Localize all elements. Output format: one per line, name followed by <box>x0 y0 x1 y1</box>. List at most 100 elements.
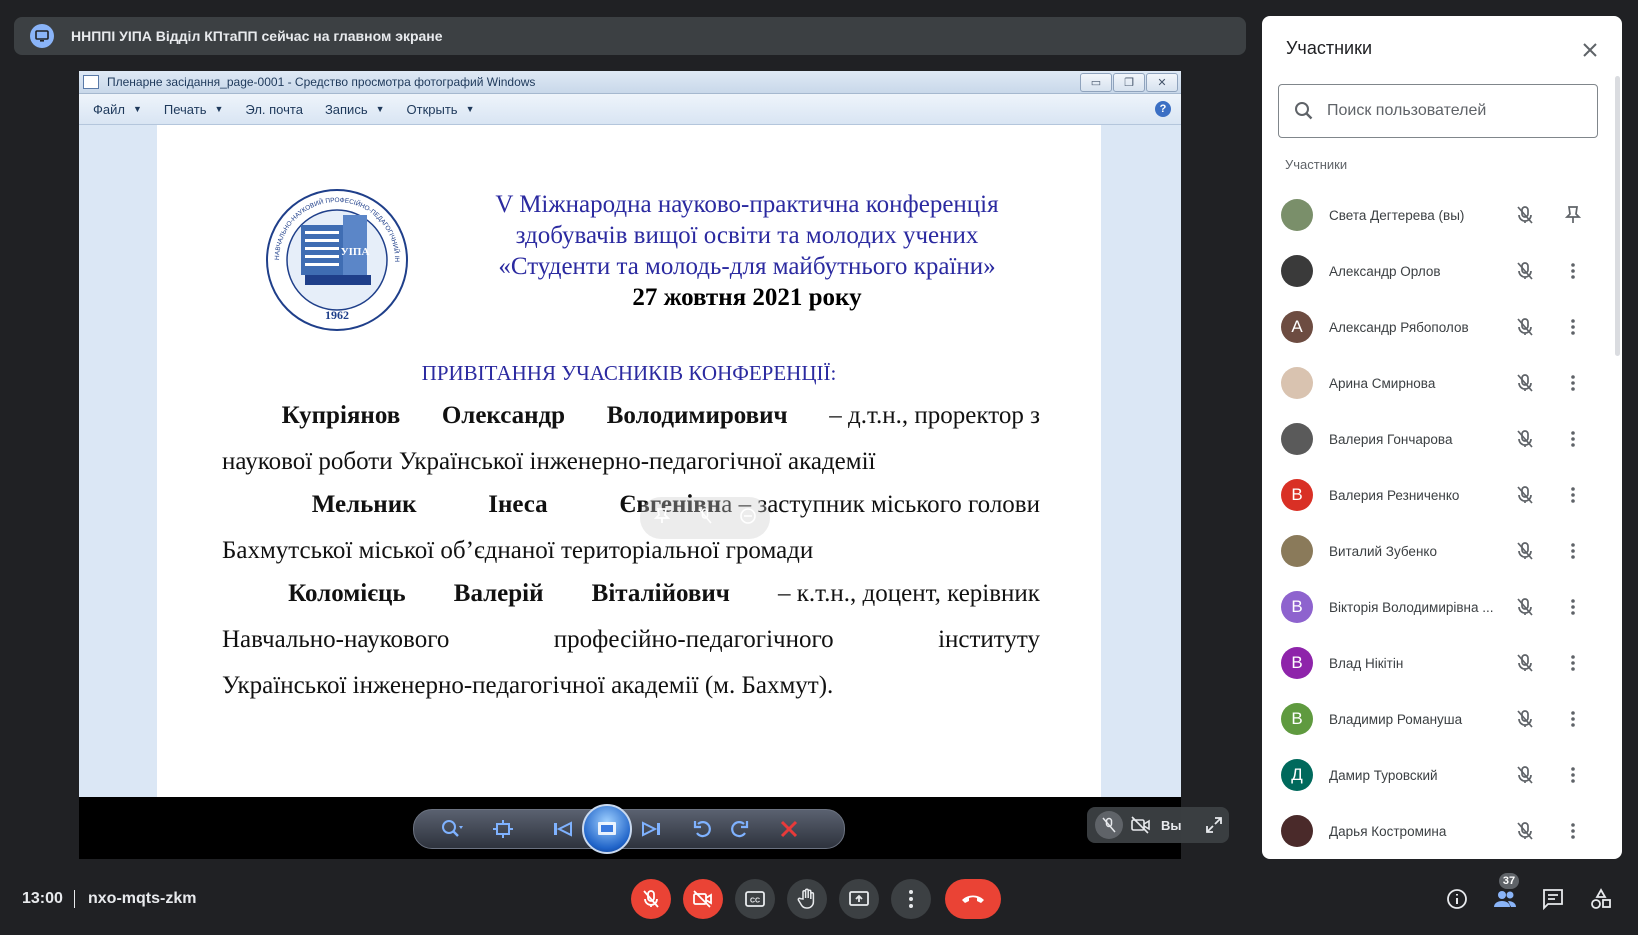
more-options-button[interactable] <box>891 879 931 919</box>
avatar: В <box>1281 703 1313 735</box>
avatar: А <box>1281 311 1313 343</box>
slideshow-button[interactable] <box>582 804 632 854</box>
viewer-canvas: УІПА 1962 НАВЧАЛЬНО-НАУКОВИЙ ПРОФЕСІЙНО-… <box>79 125 1181 797</box>
section-label: Участники <box>1285 157 1348 172</box>
more-vert-icon[interactable] <box>1561 427 1585 451</box>
avatar <box>1281 367 1313 399</box>
raise-hand-button[interactable] <box>787 879 827 919</box>
viewer-bottom-bar <box>79 797 1181 859</box>
menu-open[interactable]: Открыть ▼ <box>407 102 475 117</box>
participant-row[interactable]: Д Дамир Туровский <box>1262 747 1612 803</box>
divider <box>74 890 75 908</box>
activities-icon[interactable] <box>1581 879 1621 919</box>
expand-icon[interactable] <box>1200 811 1228 839</box>
avatar <box>1281 255 1313 287</box>
mic-toggle-button[interactable] <box>631 879 671 919</box>
pin-icon[interactable] <box>653 507 671 530</box>
captions-button[interactable]: CC <box>735 879 775 919</box>
minimize-icon[interactable]: ▭ <box>1080 73 1112 92</box>
menu-file[interactable]: Файл ▼ <box>93 102 142 117</box>
tile-hover-controls <box>640 497 770 539</box>
participant-row[interactable]: Виталий Зубенко <box>1262 523 1612 579</box>
maximize-icon[interactable]: ❐ <box>1113 73 1145 92</box>
more-vert-icon[interactable] <box>1561 595 1585 619</box>
more-vert-icon[interactable] <box>1561 259 1585 283</box>
rotate-right-icon[interactable] <box>724 814 754 844</box>
participant-row[interactable]: В Влад Нікітін <box>1262 635 1612 691</box>
viewer-app-icon <box>83 75 99 89</box>
mic-off-icon <box>1513 707 1537 731</box>
participant-row[interactable]: В Вікторія Володимирівна ... <box>1262 579 1612 635</box>
institute-logo: УІПА 1962 НАВЧАЛЬНО-НАУКОВИЙ ПРОФЕСІЙНО-… <box>265 185 408 331</box>
next-icon[interactable] <box>636 814 666 844</box>
avatar: В <box>1281 591 1313 623</box>
present-button[interactable] <box>839 879 879 919</box>
menu-print[interactable]: Печать ▼ <box>164 102 224 117</box>
participant-row[interactable]: Александр Орлов <box>1262 243 1612 299</box>
self-view-tile[interactable]: Вы <box>1087 807 1229 843</box>
mic-off-icon[interactable] <box>696 507 714 530</box>
more-vert-icon[interactable] <box>1561 483 1585 507</box>
participant-name: Арина Смирнова <box>1329 375 1436 391</box>
menu-email[interactable]: Эл. почта <box>245 102 303 117</box>
speaker-3: Коломієць Валерій Віталійович – к.т.н., доц… <box>222 580 1040 699</box>
call-controls: CC <box>631 879 1001 919</box>
participant-row[interactable]: Света Дегтерева (вы) <box>1262 187 1612 243</box>
more-vert-icon[interactable] <box>1561 763 1585 787</box>
more-vert-icon[interactable] <box>1561 707 1585 731</box>
participant-name: Валерия Резниченко <box>1329 487 1460 503</box>
rotate-left-icon[interactable] <box>688 814 718 844</box>
panel-title: Участники <box>1286 38 1372 58</box>
presentation-icon <box>30 24 54 48</box>
search-icon <box>1293 100 1315 122</box>
participant-row[interactable]: В Владимир Романуша <box>1262 691 1612 747</box>
scrollbar[interactable] <box>1615 76 1620 356</box>
viewer-toolbar <box>413 804 845 854</box>
participant-row[interactable]: Арина Смирнова <box>1262 355 1612 411</box>
participant-row[interactable]: В Валерия Резниченко <box>1262 467 1612 523</box>
previous-icon[interactable] <box>548 814 578 844</box>
close-window-icon[interactable]: ✕ <box>1146 73 1178 92</box>
zoom-icon[interactable] <box>438 814 468 844</box>
participant-name: Дарья Костромина <box>1329 823 1447 839</box>
camera-toggle-button[interactable] <box>683 879 723 919</box>
viewer-title: Пленарне засідання_page-0001 - Средство … <box>107 75 536 89</box>
conference-date: 27 жовтня 2021 року <box>632 284 862 311</box>
participant-row[interactable]: Дарья Костромина <box>1262 803 1612 859</box>
more-vert-icon[interactable] <box>1561 315 1585 339</box>
svg-text:CC: CC <box>750 898 760 905</box>
self-view-label: Вы <box>1161 817 1182 833</box>
greeting-heading: ПРИВІТАННЯ УЧАСНИКІВ КОНФЕРЕНЦІЇ: <box>421 361 837 385</box>
speaker-2: Мельник Інеса Євгенівна – заступник місько… <box>222 491 1040 564</box>
help-icon[interactable]: ? <box>1155 101 1171 117</box>
more-vert-icon[interactable] <box>1561 819 1585 843</box>
more-vert-icon[interactable] <box>1561 371 1585 395</box>
info-icon[interactable] <box>1437 879 1477 919</box>
leave-call-button[interactable] <box>945 879 1001 919</box>
avatar: Д <box>1281 759 1313 791</box>
actual-size-icon[interactable] <box>488 814 518 844</box>
avatar <box>1281 815 1313 847</box>
participant-name: Вікторія Володимирівна ... <box>1329 599 1494 615</box>
participant-name: Света Дегтерева (вы) <box>1329 207 1465 223</box>
close-icon[interactable] <box>1576 36 1604 64</box>
participant-row[interactable]: Валерия Гончарова <box>1262 411 1612 467</box>
participant-name: Дамир Туровский <box>1329 767 1438 783</box>
participant-name: Валерия Гончарова <box>1329 431 1453 447</box>
participant-row[interactable]: А Александр Рябополов <box>1262 299 1612 355</box>
search-input[interactable] <box>1325 101 1589 121</box>
clock: 13:00 <box>22 890 63 907</box>
menu-record[interactable]: Запись ▼ <box>325 102 385 117</box>
mic-off-icon <box>1513 763 1537 787</box>
more-vert-icon[interactable] <box>1561 651 1585 675</box>
remove-icon[interactable] <box>739 507 757 530</box>
pin-icon[interactable] <box>1561 203 1585 227</box>
delete-icon[interactable] <box>774 814 804 844</box>
chat-icon[interactable] <box>1533 879 1573 919</box>
mic-off-icon <box>1513 259 1537 283</box>
avatar <box>1281 535 1313 567</box>
people-icon[interactable]: 37 <box>1485 873 1525 919</box>
avatar <box>1281 199 1313 231</box>
window-controls: ▭ ❐ ✕ <box>1080 73 1178 92</box>
more-vert-icon[interactable] <box>1561 539 1585 563</box>
